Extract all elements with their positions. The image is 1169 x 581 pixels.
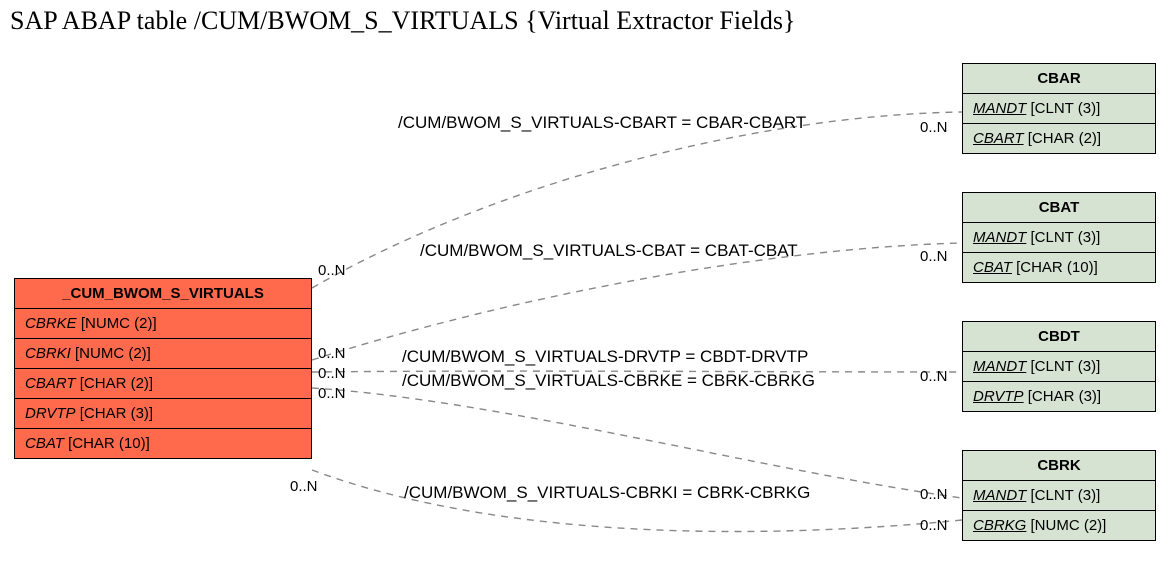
entity-cbdt-header: CBDT [963,322,1155,352]
entity-cbrk-field: MANDT [CLNT (3)] [963,481,1155,511]
relation-label: /CUM/BWOM_S_VIRTUALS-CBART = CBAR-CBART [398,113,806,133]
entity-cbar-field: CBART [CHAR (2)] [963,124,1155,153]
entity-cbrk: CBRK MANDT [CLNT (3)] CBRKG [NUMC (2)] [962,450,1156,541]
entity-main-field: CBRKI [NUMC (2)] [15,339,311,369]
card-label: 0..N [920,368,948,385]
entity-cbat-field: MANDT [CLNT (3)] [963,223,1155,253]
card-label: 0..N [318,262,346,279]
card-label: 0..N [920,517,948,534]
card-label: 0..N [318,345,346,362]
entity-cbat: CBAT MANDT [CLNT (3)] CBAT [CHAR (10)] [962,192,1156,283]
entity-cbat-field: CBAT [CHAR (10)] [963,253,1155,282]
entity-main-field: CBAT [CHAR (10)] [15,429,311,458]
entity-cbat-header: CBAT [963,193,1155,223]
card-label: 0..N [290,478,318,495]
entity-cbar-field: MANDT [CLNT (3)] [963,94,1155,124]
page-title: SAP ABAP table /CUM/BWOM_S_VIRTUALS {Vir… [10,6,795,36]
card-label: 0..N [318,385,346,402]
card-label: 0..N [318,365,346,382]
card-label: 0..N [920,248,948,265]
entity-cbrk-header: CBRK [963,451,1155,481]
relation-label: /CUM/BWOM_S_VIRTUALS-CBRKI = CBRK-CBRKG [404,483,810,503]
entity-cbdt-field: DRVTP [CHAR (3)] [963,382,1155,411]
relation-label: /CUM/BWOM_S_VIRTUALS-CBRKE = CBRK-CBRKG [402,371,815,391]
card-label: 0..N [920,119,948,136]
entity-main-field: DRVTP [CHAR (3)] [15,399,311,429]
entity-main-field: CBRKE [NUMC (2)] [15,309,311,339]
card-label: 0..N [920,486,948,503]
entity-main-field: CBART [CHAR (2)] [15,369,311,399]
entity-cbdt-field: MANDT [CLNT (3)] [963,352,1155,382]
entity-cbar-header: CBAR [963,64,1155,94]
entity-cbrk-field: CBRKG [NUMC (2)] [963,511,1155,540]
entity-cbar: CBAR MANDT [CLNT (3)] CBART [CHAR (2)] [962,63,1156,154]
entity-main-header: _CUM_BWOM_S_VIRTUALS [15,279,311,309]
entity-cbdt: CBDT MANDT [CLNT (3)] DRVTP [CHAR (3)] [962,321,1156,412]
relation-label: /CUM/BWOM_S_VIRTUALS-CBAT = CBAT-CBAT [420,241,798,261]
entity-main: _CUM_BWOM_S_VIRTUALS CBRKE [NUMC (2)] CB… [14,278,312,459]
relation-label: /CUM/BWOM_S_VIRTUALS-DRVTP = CBDT-DRVTP [402,347,808,367]
